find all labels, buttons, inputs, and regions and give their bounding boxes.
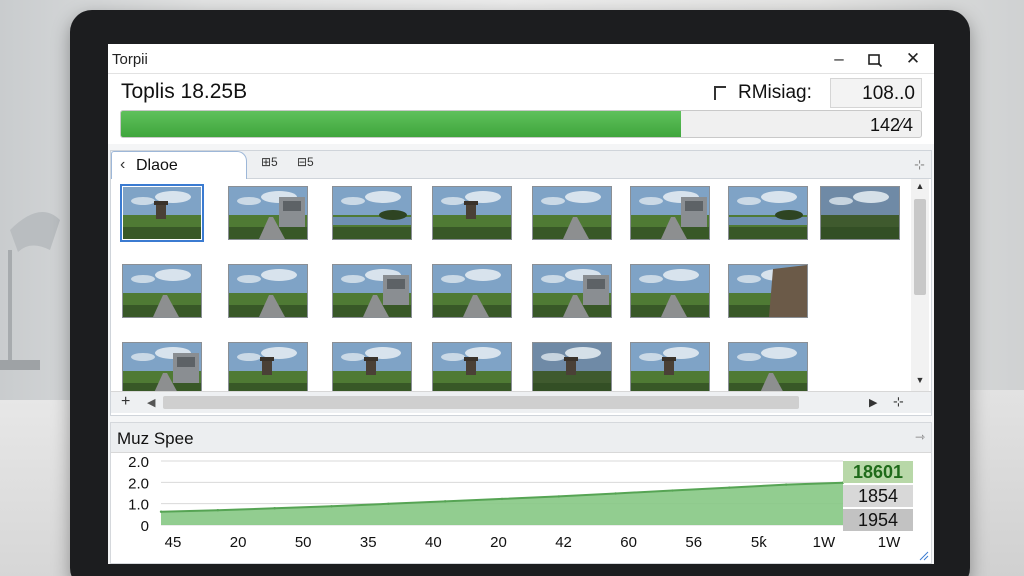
- vertical-scroll-thumb[interactable]: [914, 199, 926, 295]
- image-browser-pane: ‹ Dlaoe ⊞5 ⊟5 ⊹ ▲ ▼ + ◀ ▶ ⊹: [110, 150, 932, 416]
- maximize-button[interactable]: [858, 48, 892, 70]
- chevron-left-icon: ‹: [120, 156, 126, 173]
- y-tick-label: 1.0: [128, 497, 149, 514]
- resize-grip-icon[interactable]: [917, 549, 929, 561]
- remaining-checkbox[interactable]: [714, 86, 726, 100]
- transfer-progress-bar: 142⁄4: [120, 110, 922, 138]
- thumbnail-grid: [123, 187, 905, 399]
- thumbnail-tower-field[interactable]: [333, 343, 411, 395]
- thumbnail-building-road[interactable]: [123, 343, 201, 395]
- thumbnail-building-road[interactable]: [333, 265, 411, 317]
- x-tick-label: 35: [360, 534, 377, 551]
- transfer-header: Toplis 18.25B RMisiag: 108..0 142⁄4: [108, 74, 934, 144]
- filter-list-icon[interactable]: ⊟5: [297, 155, 319, 175]
- thumbnail-cliff-wall[interactable]: [729, 265, 807, 317]
- thumbnail-tower-field[interactable]: [433, 343, 511, 395]
- add-icon[interactable]: +: [121, 393, 130, 411]
- y-tick-label: 2.0: [128, 475, 149, 492]
- x-tick-label: 50: [295, 534, 312, 551]
- speed-title: Muz Spee: [117, 429, 194, 448]
- speed-point: [330, 505, 333, 508]
- speed-point: [443, 500, 447, 503]
- speed-point: [387, 502, 390, 506]
- thumbnail-road-field[interactable]: [123, 265, 201, 317]
- x-tick-label: 56: [685, 534, 702, 551]
- speed-point: [216, 509, 220, 512]
- speed-header: Muz Spee ⇾: [111, 423, 931, 453]
- y-tick-label: 2.0: [128, 454, 149, 471]
- maximize-icon: [868, 54, 883, 68]
- scroll-left-icon[interactable]: ◀: [147, 396, 155, 409]
- scroll-up-icon[interactable]: ▲: [913, 181, 927, 191]
- speed-point: [273, 507, 276, 510]
- thumbnail-road-field[interactable]: [229, 265, 307, 317]
- thumbnail-road-wall[interactable]: [229, 187, 307, 239]
- x-tick-label: 60: [620, 534, 637, 551]
- expand-arrow-icon[interactable]: ⇾: [915, 430, 925, 444]
- thumbnail-tower-field[interactable]: [123, 187, 201, 239]
- speed-point: [671, 489, 674, 492]
- thumbnail-tower-field[interactable]: [229, 343, 307, 395]
- speed-point: [557, 495, 561, 498]
- background-lamp: [0, 190, 70, 390]
- y-tick-label: 0: [141, 518, 149, 535]
- progress-count: 142⁄4: [869, 115, 913, 135]
- thumbnail-meadow-dusk[interactable]: [821, 187, 899, 239]
- thumbnail-tower-field[interactable]: [433, 187, 511, 239]
- readout-current: 18601: [843, 461, 913, 483]
- page-title: Toplis 18.25B: [121, 80, 248, 103]
- pin-icon[interactable]: ⊹: [914, 157, 925, 173]
- thumbnail-road-wall[interactable]: [631, 187, 709, 239]
- speed-readout: 18601 1854 1954: [843, 461, 913, 531]
- title-bar: Torpii – ✕: [108, 44, 934, 74]
- thumbnail-road-field[interactable]: [631, 265, 709, 317]
- readout-average: 1854: [843, 485, 913, 507]
- speed-point: [784, 483, 788, 486]
- pane-tab-strip: ‹ Dlaoe ⊞5 ⊟5 ⊹: [111, 151, 931, 179]
- x-tick-label: 45: [165, 534, 182, 551]
- thumbnail-tower-field[interactable]: [631, 343, 709, 395]
- readout-peak: 1954: [843, 509, 913, 531]
- x-tick-label: 20: [230, 534, 247, 551]
- speed-pane: Muz Spee ⇾ 2.0 2.0 1.0 0 45 20 50 35 40 20 42 60 56 5…: [110, 422, 932, 564]
- x-tick-label: 5ƙ: [751, 534, 767, 551]
- background-desk-right: [964, 390, 1024, 576]
- speed-point: [500, 497, 504, 501]
- speed-point: [159, 510, 163, 513]
- x-tick-label: 42: [555, 534, 572, 551]
- x-tick-label: 1W: [813, 534, 836, 551]
- horizontal-scrollbar[interactable]: + ◀ ▶ ⊹: [111, 391, 931, 413]
- close-button[interactable]: ✕: [896, 48, 930, 70]
- x-tick-label: 1W: [878, 534, 901, 551]
- thumbnail-lake-trees[interactable]: [729, 187, 807, 239]
- back-tab[interactable]: ‹ Dlaoe: [111, 151, 247, 179]
- thumbnail-road-field[interactable]: [533, 187, 611, 239]
- grid-view-icon[interactable]: ⊞5: [261, 155, 283, 175]
- speed-point: [728, 486, 731, 489]
- thumbnail-road-field[interactable]: [433, 265, 511, 317]
- thumbnail-building-road[interactable]: [533, 265, 611, 317]
- remaining-value: 108..0: [830, 78, 922, 108]
- progress-fill: [121, 111, 681, 137]
- horizontal-scroll-thumb[interactable]: [163, 396, 799, 409]
- thumbnail-tower-sunset[interactable]: [533, 343, 611, 395]
- window-title: Torpii: [112, 51, 148, 68]
- scroll-down-icon[interactable]: ▼: [913, 375, 927, 385]
- remaining-label: RMisiag:: [738, 82, 812, 103]
- thumbnail-road-horizon[interactable]: [729, 343, 807, 395]
- speed-point: [614, 492, 617, 495]
- speed-chart: 2.0 2.0 1.0 0 45 20 50 35 40 20 42 60 56 5ƙ 1W 1W: [128, 454, 901, 551]
- minimize-button[interactable]: –: [822, 48, 856, 70]
- back-tab-label: Dlaoe: [136, 157, 178, 174]
- vertical-scrollbar[interactable]: ▲ ▼: [911, 179, 929, 391]
- scroll-right-icon[interactable]: ▶: [869, 396, 877, 409]
- x-tick-label: 40: [425, 534, 442, 551]
- x-tick-label: 20: [490, 534, 507, 551]
- scroll-end-icon[interactable]: ⊹: [893, 394, 904, 410]
- thumbnail-lake-shore[interactable]: [333, 187, 411, 239]
- app-window: Torpii – ✕ Toplis 18.25B RMisiag: 108..0…: [108, 44, 934, 564]
- background-desk: [0, 400, 80, 576]
